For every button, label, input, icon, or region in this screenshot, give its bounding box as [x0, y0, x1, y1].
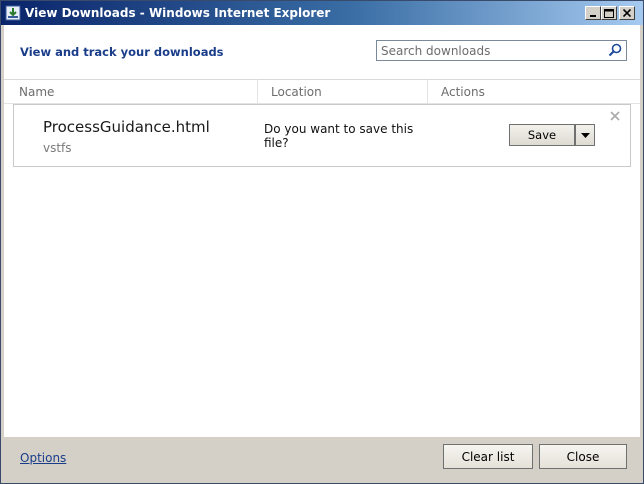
close-icon: [610, 111, 620, 121]
clear-list-button[interactable]: Clear list: [443, 444, 533, 469]
column-divider[interactable]: [257, 79, 258, 103]
page-title: View and track your downloads: [20, 45, 224, 59]
maximize-icon: [604, 8, 614, 18]
header-divider: [4, 79, 640, 80]
options-link[interactable]: Options: [20, 451, 66, 465]
chevron-down-icon: [580, 132, 590, 138]
search-icon[interactable]: [608, 43, 622, 57]
downloads-window: View Downloads - Windows Internet Explor…: [0, 0, 644, 484]
footer-bar: Options Clear list Close: [4, 437, 640, 482]
column-header-actions[interactable]: Actions: [429, 81, 629, 103]
search-box[interactable]: [376, 40, 627, 61]
close-icon: [623, 9, 631, 17]
minimize-icon: [590, 15, 596, 17]
ie-download-icon: [5, 5, 21, 21]
downloads-panel: View and track your downloads Name Locat…: [4, 25, 640, 437]
close-window-button[interactable]: [619, 6, 635, 20]
window-title: View Downloads - Windows Internet Explor…: [25, 6, 331, 20]
column-divider[interactable]: [427, 79, 428, 103]
search-input[interactable]: [377, 41, 605, 60]
title-bar[interactable]: View Downloads - Windows Internet Explor…: [1, 1, 643, 25]
save-button[interactable]: Save: [509, 124, 575, 146]
close-button[interactable]: Close: [539, 444, 627, 469]
file-source: vstfs: [43, 141, 72, 155]
column-header-name[interactable]: Name: [7, 81, 257, 103]
dismiss-item-button[interactable]: [610, 110, 620, 121]
save-options-dropdown[interactable]: [575, 124, 595, 146]
download-item[interactable]: ProcessGuidance.html vstfs Do you want t…: [13, 104, 631, 167]
file-name: ProcessGuidance.html: [43, 118, 210, 136]
column-header-location[interactable]: Location: [259, 81, 427, 103]
save-prompt: Do you want to save this file?: [264, 122, 414, 150]
maximize-button[interactable]: [601, 6, 617, 20]
minimize-button[interactable]: [585, 6, 601, 20]
